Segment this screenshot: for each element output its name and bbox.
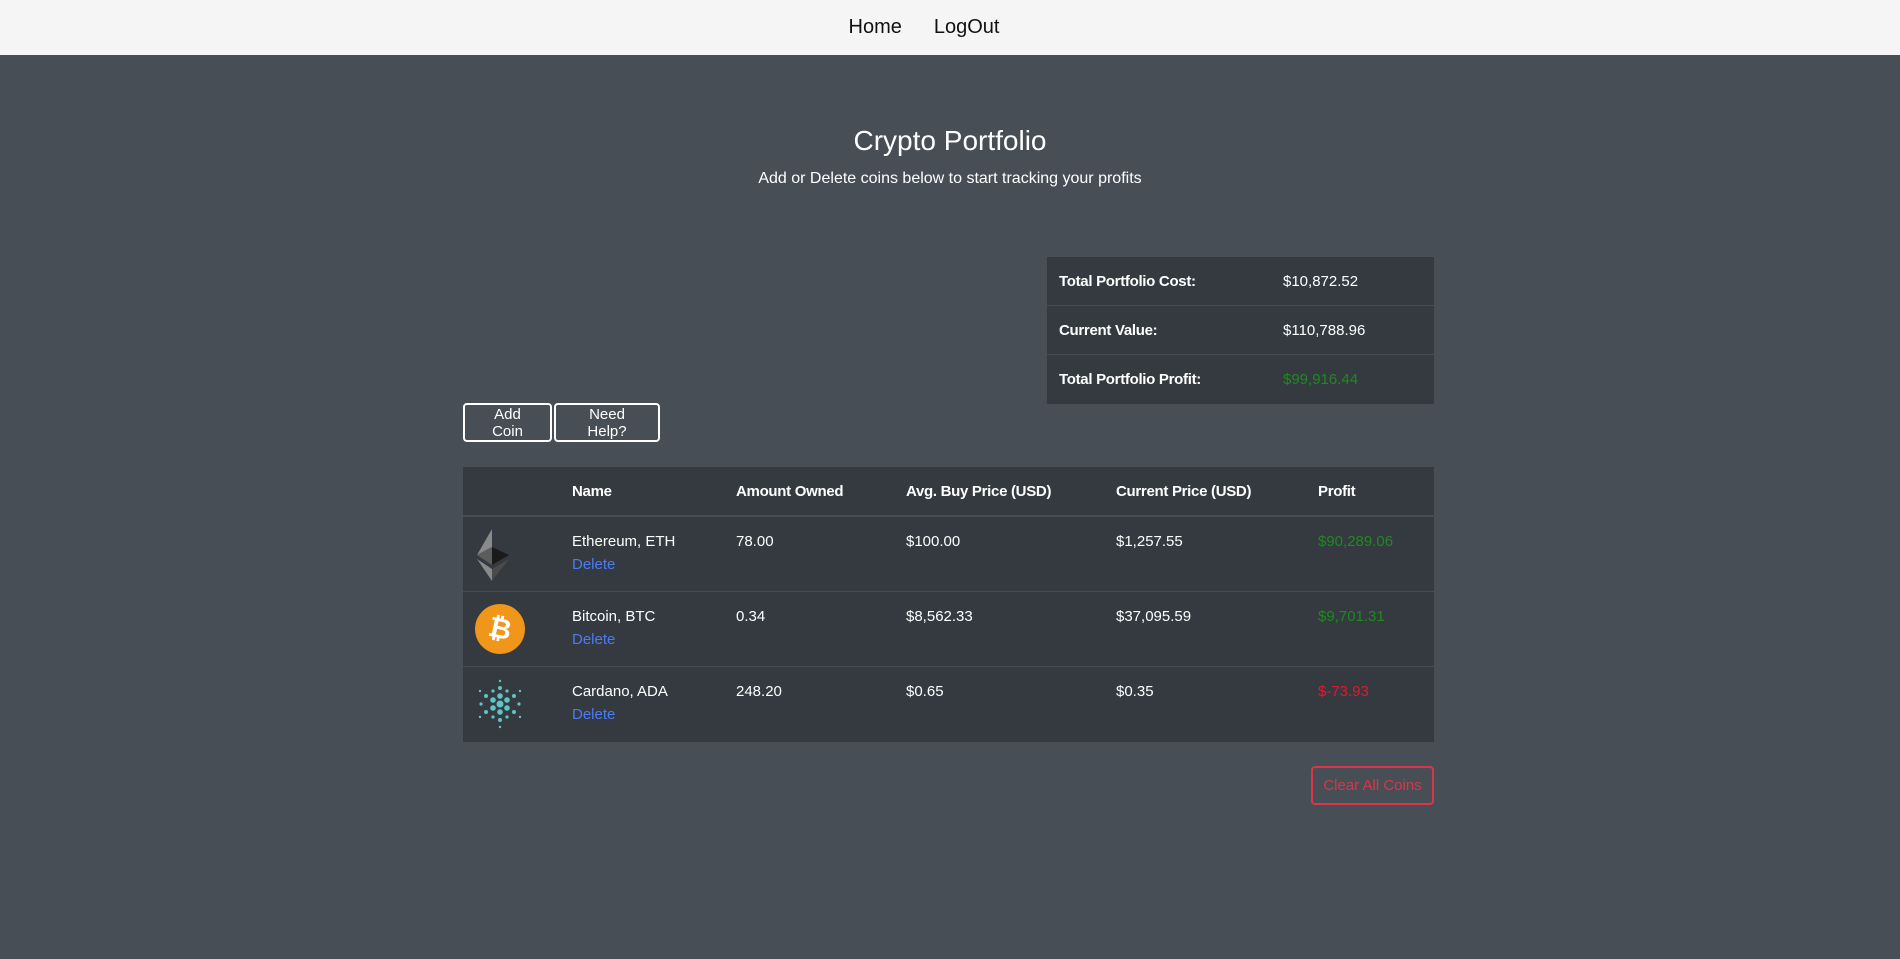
amount-cell: 248.20 bbox=[736, 683, 782, 700]
delete-link[interactable]: Delete bbox=[572, 556, 736, 573]
current-price-cell: $0.35 bbox=[1116, 683, 1154, 700]
bitcoin-icon: ₿ bbox=[475, 604, 525, 654]
add-coin-button[interactable]: Add Coin bbox=[463, 403, 552, 442]
table-row: ₿ Bitcoin, BTC Delete 0.34 $8,562.33 $37… bbox=[463, 592, 1434, 667]
buy-price-cell: $100.00 bbox=[906, 533, 961, 550]
table-row: Cardano, ADA Delete 248.20 $0.65 $0.35 $… bbox=[463, 667, 1434, 742]
summary-row-cost: Total Portfolio Cost: $10,872.52 bbox=[1047, 257, 1434, 306]
header-amount: Amount Owned bbox=[736, 482, 844, 500]
summary-profit-value: $99,916.44 bbox=[1283, 371, 1359, 388]
buy-price-cell: $0.65 bbox=[906, 683, 944, 700]
amount-cell: 78.00 bbox=[736, 533, 774, 550]
table-row: Ethereum, ETH Delete 78.00 $100.00 $1,25… bbox=[463, 517, 1434, 592]
current-price-cell: $1,257.55 bbox=[1116, 533, 1183, 550]
header-current-price: Current Price (USD) bbox=[1116, 482, 1252, 500]
current-price-cell: $37,095.59 bbox=[1116, 608, 1192, 625]
profit-cell: $90,289.06 bbox=[1318, 533, 1394, 550]
summary-value: $10,872.52 bbox=[1283, 272, 1359, 290]
summary-label: Total Portfolio Cost: bbox=[1059, 272, 1196, 290]
clear-all-coins-button[interactable]: Clear All Coins bbox=[1311, 766, 1434, 805]
ethereum-icon bbox=[477, 529, 509, 581]
table-header-row: Name Amount Owned Avg. Buy Price (USD) C… bbox=[463, 467, 1434, 517]
summary-value: $110,788.96 bbox=[1283, 321, 1366, 339]
profit-cell: $9,701.31 bbox=[1318, 608, 1385, 625]
nav-logout-link[interactable]: LogOut bbox=[934, 16, 1000, 39]
portfolio-summary-table: Total Portfolio Cost: $10,872.52 Current… bbox=[1047, 257, 1434, 404]
page-title: Crypto Portfolio bbox=[853, 125, 1047, 156]
delete-link[interactable]: Delete bbox=[572, 631, 736, 648]
page-subtitle: Add or Delete coins below to start track… bbox=[758, 170, 1142, 187]
delete-link[interactable]: Delete bbox=[572, 706, 736, 723]
summary-label: Current Value: bbox=[1059, 321, 1158, 339]
profit-cell: $-73.93 bbox=[1318, 683, 1369, 700]
header-name: Name bbox=[572, 482, 612, 500]
header-buy-price: Avg. Buy Price (USD) bbox=[906, 482, 1052, 500]
buy-price-cell: $8,562.33 bbox=[906, 608, 973, 625]
header-profit: Profit bbox=[1318, 482, 1356, 500]
coin-name: Cardano, ADA bbox=[572, 683, 668, 700]
summary-row-profit: Total Portfolio Profit: $99,916.44 bbox=[1047, 355, 1434, 404]
amount-cell: 0.34 bbox=[736, 608, 766, 625]
coins-table: Name Amount Owned Avg. Buy Price (USD) C… bbox=[463, 467, 1434, 742]
coin-name: Bitcoin, BTC bbox=[572, 608, 656, 625]
cardano-icon bbox=[478, 679, 522, 729]
summary-label: Total Portfolio Profit: bbox=[1059, 371, 1201, 388]
need-help-button[interactable]: Need Help? bbox=[554, 403, 660, 442]
top-navbar: Home LogOut bbox=[0, 0, 1900, 55]
nav-home-link[interactable]: Home bbox=[849, 16, 902, 39]
summary-row-current-value: Current Value: $110,788.96 bbox=[1047, 306, 1434, 355]
coin-name: Ethereum, ETH bbox=[572, 533, 676, 550]
